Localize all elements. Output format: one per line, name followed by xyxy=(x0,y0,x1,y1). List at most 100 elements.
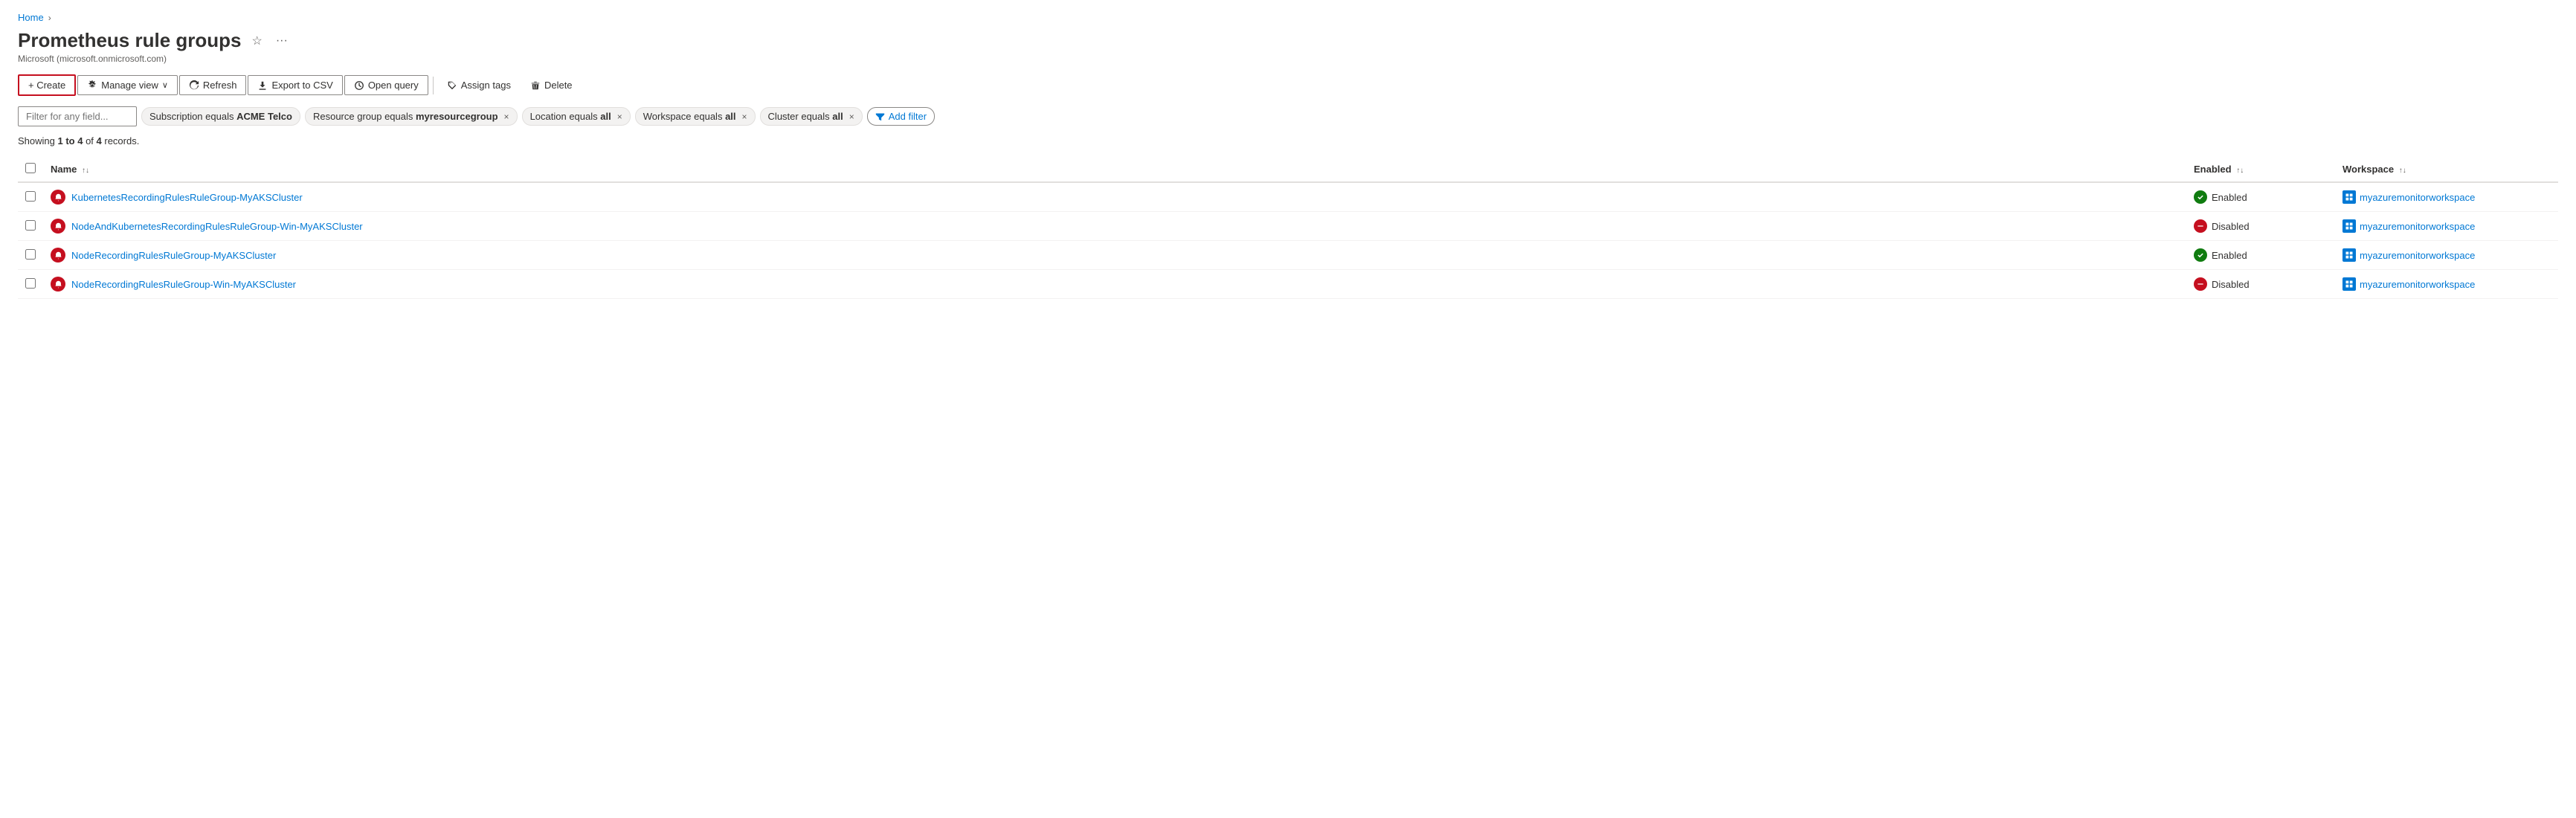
filter-tag-location: Location equals all × xyxy=(522,107,631,126)
refresh-icon xyxy=(189,80,199,91)
table-header-row: Name ↑↓ Enabled ↑↓ Workspace ↑↓ xyxy=(18,157,2558,182)
records-suffix: records. xyxy=(102,135,140,146)
status-indicator xyxy=(2194,277,2207,291)
workspace-name: myazuremonitorworkspace xyxy=(2360,250,2475,261)
rule-name-link[interactable]: KubernetesRecordingRulesRuleGroup-MyAKSC… xyxy=(71,192,303,203)
export-csv-button[interactable]: Export to CSV xyxy=(248,75,342,95)
breadcrumb-home[interactable]: Home xyxy=(18,12,44,23)
workspace-name: myazuremonitorworkspace xyxy=(2360,221,2475,232)
workspace-icon xyxy=(2342,219,2356,233)
row-checkbox-cell xyxy=(18,212,43,241)
workspace-column-header: Workspace ↑↓ xyxy=(2335,157,2558,182)
toolbar: + Create Manage view ∨ Refresh Export to… xyxy=(18,74,2558,96)
row-workspace-cell: myazuremonitorworkspace xyxy=(2335,241,2558,270)
row-workspace-cell: myazuremonitorworkspace xyxy=(2335,270,2558,299)
breadcrumb-separator: › xyxy=(48,13,51,23)
table-row: KubernetesRecordingRulesRuleGroup-MyAKSC… xyxy=(18,182,2558,212)
workspace-name: myazuremonitorworkspace xyxy=(2360,279,2475,290)
row-enabled-cell: Enabled xyxy=(2186,241,2335,270)
refresh-button[interactable]: Refresh xyxy=(179,75,247,95)
showing-prefix: Showing xyxy=(18,135,57,146)
workspace-link[interactable]: myazuremonitorworkspace xyxy=(2342,190,2551,204)
name-sort-icon[interactable]: ↑↓ xyxy=(82,167,89,175)
remove-location-filter[interactable]: × xyxy=(617,112,622,122)
name-column-header: Name ↑↓ xyxy=(43,157,2186,182)
pin-button[interactable]: ☆ xyxy=(249,32,265,50)
delete-icon xyxy=(530,80,541,91)
records-range: 1 to 4 xyxy=(57,135,83,146)
manage-view-button[interactable]: Manage view ∨ xyxy=(77,75,178,95)
status-text: Disabled xyxy=(2212,221,2250,232)
filter-bar: Subscription equals ACME Telco Resource … xyxy=(18,106,2558,126)
open-query-label: Open query xyxy=(368,80,419,91)
row-workspace-cell: myazuremonitorworkspace xyxy=(2335,182,2558,212)
more-options-button[interactable]: ··· xyxy=(273,33,291,49)
workspace-link[interactable]: myazuremonitorworkspace xyxy=(2342,248,2551,262)
records-count: 4 xyxy=(97,135,102,146)
filter-tag-subscription: Subscription equals ACME Telco xyxy=(141,107,300,126)
remove-resource-group-filter[interactable]: × xyxy=(504,112,509,122)
rule-icon xyxy=(51,190,65,204)
filter-input[interactable] xyxy=(18,106,137,126)
chevron-down-icon: ∨ xyxy=(162,80,168,90)
row-name-cell: KubernetesRecordingRulesRuleGroup-MyAKSC… xyxy=(43,182,2186,212)
tag-icon xyxy=(447,80,457,91)
query-icon xyxy=(354,80,364,91)
gear-icon xyxy=(87,80,97,91)
workspace-link[interactable]: myazuremonitorworkspace xyxy=(2342,219,2551,233)
download-icon xyxy=(257,80,268,91)
rule-name-link[interactable]: NodeAndKubernetesRecordingRulesRuleGroup… xyxy=(71,221,363,232)
row-checkbox-0[interactable] xyxy=(25,191,36,202)
row-name-cell: NodeAndKubernetesRecordingRulesRuleGroup… xyxy=(43,212,2186,241)
row-enabled-cell: Disabled xyxy=(2186,212,2335,241)
row-checkbox-cell xyxy=(18,270,43,299)
workspace-icon xyxy=(2342,248,2356,262)
page-title: Prometheus rule groups xyxy=(18,29,242,52)
rule-name-link[interactable]: NodeRecordingRulesRuleGroup-Win-MyAKSClu… xyxy=(71,279,296,290)
table-row: NodeAndKubernetesRecordingRulesRuleGroup… xyxy=(18,212,2558,241)
create-button[interactable]: + Create xyxy=(18,74,76,96)
workspace-sort-icon[interactable]: ↑↓ xyxy=(2399,167,2406,175)
remove-cluster-filter[interactable]: × xyxy=(849,112,854,122)
filter-tag-workspace: Workspace equals all × xyxy=(635,107,756,126)
pin-icon: ☆ xyxy=(252,33,263,48)
workspace-icon xyxy=(2342,190,2356,204)
rule-icon xyxy=(51,219,65,234)
assign-tags-button[interactable]: Assign tags xyxy=(438,76,520,94)
assign-tags-label: Assign tags xyxy=(461,80,511,91)
records-info: Showing 1 to 4 of 4 records. xyxy=(18,135,2558,146)
remove-workspace-filter[interactable]: × xyxy=(742,112,747,122)
delete-button[interactable]: Delete xyxy=(521,76,582,94)
status-text: Disabled xyxy=(2212,279,2250,290)
enabled-sort-icon[interactable]: ↑↓ xyxy=(2236,167,2244,175)
status-indicator xyxy=(2194,219,2207,233)
row-checkbox-3[interactable] xyxy=(25,278,36,289)
status-text: Enabled xyxy=(2212,250,2247,261)
enabled-column-header: Enabled ↑↓ xyxy=(2186,157,2335,182)
row-workspace-cell: myazuremonitorworkspace xyxy=(2335,212,2558,241)
workspace-link[interactable]: myazuremonitorworkspace xyxy=(2342,277,2551,291)
workspace-name: myazuremonitorworkspace xyxy=(2360,192,2475,203)
row-checkbox-cell xyxy=(18,182,43,212)
rule-icon xyxy=(51,248,65,263)
status-indicator xyxy=(2194,190,2207,204)
of-text: of xyxy=(83,135,96,146)
filter-tag-resource-group: Resource group equals myresourcegroup × xyxy=(305,107,518,126)
add-filter-button[interactable]: Add filter xyxy=(867,107,935,126)
table-row: NodeRecordingRulesRuleGroup-MyAKSCluster… xyxy=(18,241,2558,270)
row-enabled-cell: Enabled xyxy=(2186,182,2335,212)
export-csv-label: Export to CSV xyxy=(271,80,332,91)
add-filter-icon xyxy=(875,112,885,121)
rules-table: Name ↑↓ Enabled ↑↓ Workspace ↑↓ Kubernet… xyxy=(18,157,2558,299)
status-text: Enabled xyxy=(2212,192,2247,203)
table-body: KubernetesRecordingRulesRuleGroup-MyAKSC… xyxy=(18,182,2558,299)
status-indicator xyxy=(2194,248,2207,262)
rule-name-link[interactable]: NodeRecordingRulesRuleGroup-MyAKSCluster xyxy=(71,250,276,261)
open-query-button[interactable]: Open query xyxy=(344,75,428,95)
select-all-checkbox[interactable] xyxy=(25,163,36,173)
manage-view-label: Manage view xyxy=(101,80,158,91)
row-checkbox-2[interactable] xyxy=(25,249,36,260)
add-filter-label: Add filter xyxy=(889,111,927,122)
row-checkbox-1[interactable] xyxy=(25,220,36,231)
filter-tag-cluster: Cluster equals all × xyxy=(760,107,863,126)
